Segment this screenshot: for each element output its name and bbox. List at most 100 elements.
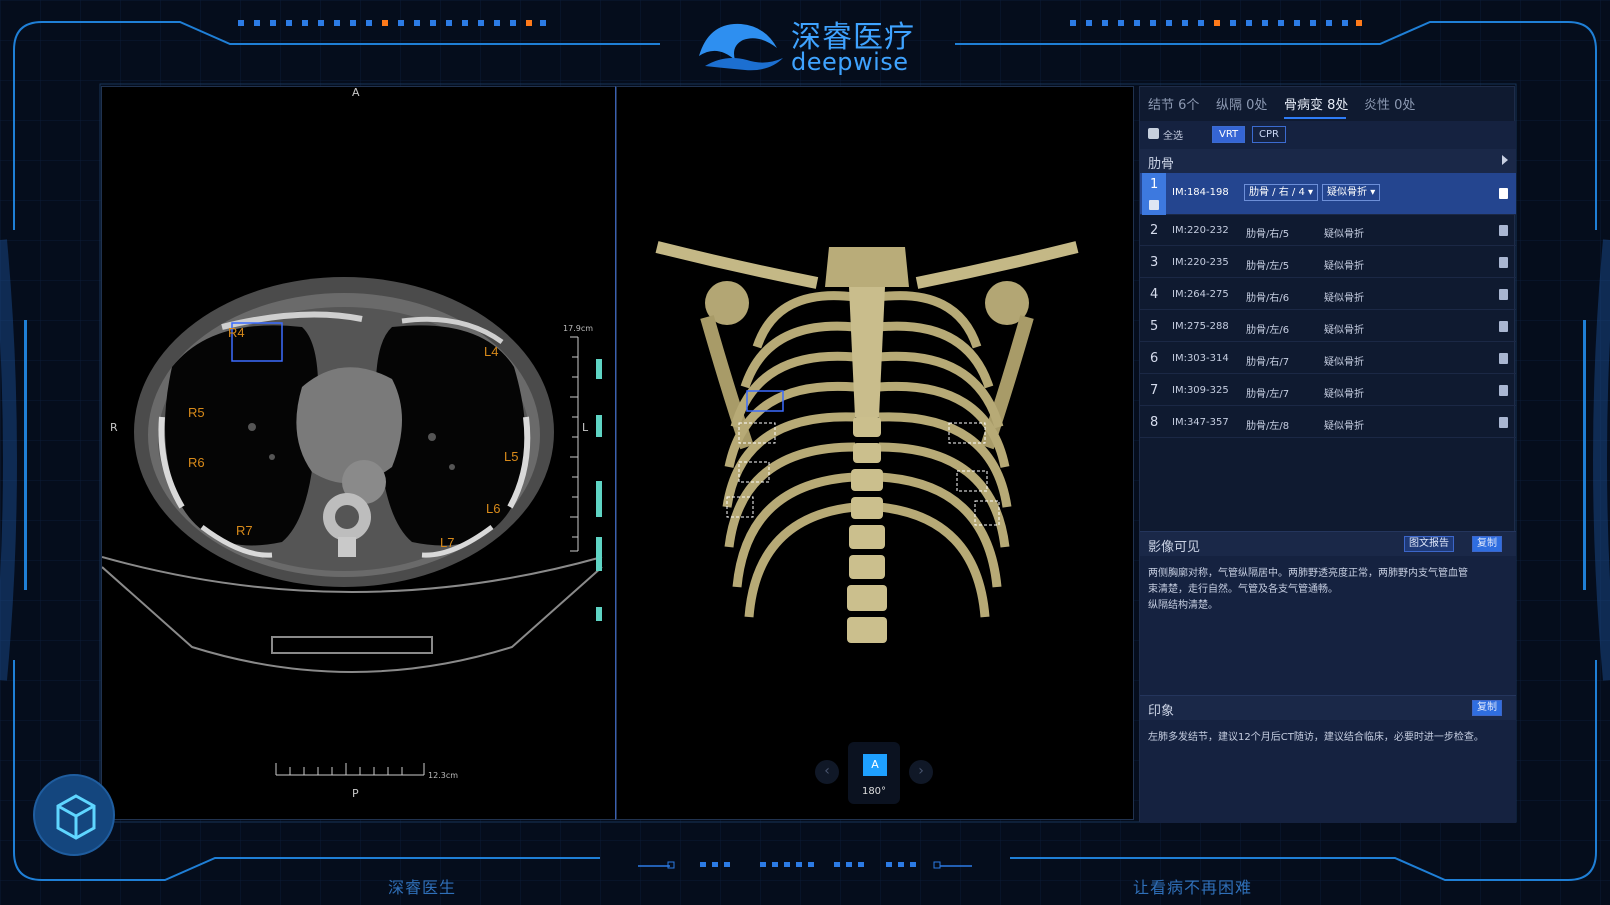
anterior-view-icon[interactable]: A <box>863 754 887 776</box>
findings-header: 影像可见 图文报告 复制 <box>1140 532 1516 556</box>
chevron-down-icon: ▾ <box>1370 187 1376 198</box>
lesion-row[interactable]: 7 IM:309-325 肋骨/左/7 疑似骨折 <box>1140 375 1516 406</box>
trash-icon[interactable] <box>1499 289 1508 300</box>
findings-section: 影像可见 图文报告 复制 两侧胸廓对称，气管纵隔居中。两肺野透亮度正常，两肺野内… <box>1140 531 1516 695</box>
location-value: 肋骨 / 右 / 4 <box>1249 187 1305 198</box>
cube-icon <box>56 794 96 840</box>
row-index: 7 <box>1150 383 1159 398</box>
row-location: 肋骨/右/6 <box>1246 293 1290 304</box>
footer-left-slogan: 深睿医生 <box>388 878 457 897</box>
chevron-down-icon: ▾ <box>1308 187 1314 198</box>
copy-findings-button[interactable]: 复制 <box>1472 536 1502 552</box>
expand-arrow-icon[interactable] <box>1502 155 1508 165</box>
category-tabs: 结节 6个 纵隔 0处 骨病变 8处 炎性 0处 <box>1140 87 1516 119</box>
row-index: 3 <box>1150 255 1159 270</box>
trash-icon[interactable] <box>1499 257 1508 268</box>
tab-mediastinum[interactable]: 纵隔 0处 <box>1216 94 1267 113</box>
row-index: 6 <box>1150 351 1159 366</box>
type-dropdown[interactable]: 疑似骨折 ▾ <box>1322 184 1381 201</box>
orientation-anterior: A <box>352 86 360 99</box>
rotation-angle: 180° <box>861 786 887 797</box>
lesion-row[interactable]: 8 IM:347-357 肋骨/左/8 疑似骨折 <box>1140 407 1516 438</box>
chevron-right-icon: › <box>918 763 924 779</box>
vrt-button[interactable]: VRT <box>1212 126 1246 143</box>
findings-panel: 结节 6个 纵隔 0处 骨病变 8处 炎性 0处 全选 VRT CPR 肋骨 1… <box>1139 86 1516 823</box>
image-report-button[interactable]: 图文报告 <box>1404 536 1454 552</box>
rib-label: R7 <box>236 523 253 538</box>
rib-label: R4 <box>228 325 245 340</box>
trash-icon[interactable] <box>1499 225 1508 236</box>
horizontal-scale-label: 12.3cm <box>428 771 459 780</box>
impression-section: 印象 复制 左肺多发结节，建议12个月后CT随访，建议结合临床，必要时进一步检查… <box>1140 695 1516 823</box>
row-image-range: IM:264-275 <box>1172 289 1229 300</box>
trash-icon[interactable] <box>1499 188 1508 199</box>
findings-text[interactable]: 两侧胸廓对称，气管纵隔居中。两肺野透亮度正常，两肺野内支气管血管 束清楚，走行自… <box>1148 566 1508 614</box>
lesion-row[interactable]: 3 IM:220-235 肋骨/左/5 疑似骨折 <box>1140 247 1516 278</box>
trash-icon[interactable] <box>1499 417 1508 428</box>
row-index: 8 <box>1150 415 1159 430</box>
cpr-button[interactable]: CPR <box>1252 126 1286 143</box>
view-toolbar: 全选 VRT CPR <box>1140 121 1516 149</box>
orientation-left: L <box>582 421 589 434</box>
orientation-right: R <box>110 421 118 434</box>
rib-section-header[interactable]: 肋骨 <box>1140 149 1516 173</box>
trash-icon[interactable] <box>1499 353 1508 364</box>
row-image-range: IM:275-288 <box>1172 321 1229 332</box>
row-location: 肋骨/左/8 <box>1246 421 1290 432</box>
row-type: 疑似骨折 <box>1324 229 1364 240</box>
row-index: 5 <box>1150 319 1159 334</box>
3d-view-button[interactable] <box>33 774 115 856</box>
brand-name-en: deepwise <box>791 48 909 76</box>
wave-logo-icon <box>699 23 783 71</box>
tab-bone-lesions[interactable]: 骨病变 8处 <box>1284 94 1348 113</box>
rib-label: R6 <box>188 455 205 470</box>
rib-label: L5 <box>504 449 519 464</box>
row-index: 4 <box>1150 287 1159 302</box>
axial-ct-viewer[interactable]: A P R L 17.9cm 12.3cm R4 R5 R6 R7 L4 L5 … <box>101 86 616 820</box>
row-image-range: IM:184-198 <box>1172 187 1229 198</box>
orientation-control[interactable]: A 180° <box>848 742 900 804</box>
lesion-row-selected[interactable]: 1 IM:184-198 肋骨 / 右 / 4 ▾ 疑似骨折 ▾ <box>1140 173 1516 215</box>
active-tab-indicator <box>1284 117 1346 119</box>
rib-label: L4 <box>484 344 499 359</box>
row-location: 肋骨/右/7 <box>1246 357 1290 368</box>
rib-label: L6 <box>486 501 501 516</box>
row-type: 疑似骨折 <box>1324 293 1364 304</box>
rotate-prev-button[interactable]: ‹ <box>815 760 839 784</box>
impression-header: 印象 复制 <box>1140 696 1516 720</box>
row-type: 疑似骨折 <box>1324 389 1364 400</box>
tab-nodules[interactable]: 结节 6个 <box>1148 94 1199 113</box>
row-index: 2 <box>1150 223 1159 238</box>
row-checkbox[interactable] <box>1149 200 1159 210</box>
lesion-row[interactable]: 6 IM:303-314 肋骨/右/7 疑似骨折 <box>1140 343 1516 374</box>
trash-icon[interactable] <box>1499 321 1508 332</box>
brand-logo: 深睿医疗 deepwise <box>695 10 925 76</box>
trash-icon[interactable] <box>1499 385 1508 396</box>
row-index: 1 <box>1150 177 1159 192</box>
rib-label: L7 <box>440 535 455 550</box>
row-location: 肋骨/左/6 <box>1246 325 1290 336</box>
row-location: 肋骨/右/5 <box>1246 229 1290 240</box>
rotate-next-button[interactable]: › <box>909 760 933 784</box>
row-image-range: IM:220-232 <box>1172 225 1229 236</box>
impression-title: 印象 <box>1148 704 1175 719</box>
impression-text[interactable]: 左肺多发结节，建议12个月后CT随访，建议结合临床，必要时进一步检查。 <box>1148 730 1508 746</box>
lesion-row[interactable]: 4 IM:264-275 肋骨/右/6 疑似骨折 <box>1140 279 1516 310</box>
select-all-checkbox[interactable] <box>1148 128 1159 139</box>
vrt-3d-viewer[interactable] <box>616 86 1134 820</box>
copy-impression-button[interactable]: 复制 <box>1472 700 1502 716</box>
axial-ct-image <box>102 277 603 776</box>
row-location: 肋骨/左/5 <box>1246 261 1290 272</box>
select-all-label: 全选 <box>1163 131 1183 142</box>
lesion-row[interactable]: 2 IM:220-232 肋骨/右/5 疑似骨折 <box>1140 215 1516 246</box>
row-type: 疑似骨折 <box>1324 357 1364 368</box>
row-image-range: IM:309-325 <box>1172 385 1229 396</box>
orientation-posterior: P <box>352 787 359 800</box>
section-title: 肋骨 <box>1148 157 1175 172</box>
row-image-range: IM:220-235 <box>1172 257 1229 268</box>
location-dropdown[interactable]: 肋骨 / 右 / 4 ▾ <box>1244 184 1319 201</box>
vertical-scale-label: 17.9cm <box>563 324 594 333</box>
findings-line: 束清楚，走行自然。气管及各支气管通畅。 <box>1148 584 1338 595</box>
tab-inflammation[interactable]: 炎性 0处 <box>1364 94 1415 113</box>
lesion-row[interactable]: 5 IM:275-288 肋骨/左/6 疑似骨折 <box>1140 311 1516 342</box>
